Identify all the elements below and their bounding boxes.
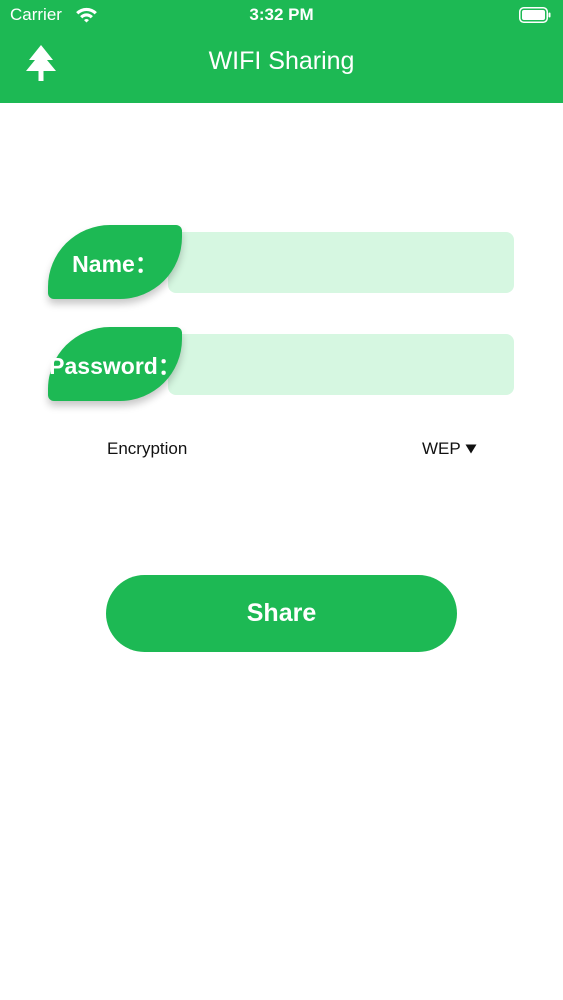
battery-icon [519, 7, 551, 23]
share-button[interactable]: Share [106, 575, 457, 652]
dropdown-arrow-icon [465, 444, 477, 454]
password-label: Password： [48, 327, 182, 401]
encryption-label: Encryption [107, 439, 188, 458]
name-field-row: Name： [48, 225, 514, 299]
password-field-row: Password： [48, 327, 514, 401]
name-label: Name： [48, 225, 182, 299]
encryption-dropdown[interactable]: WEP [422, 437, 477, 461]
name-input[interactable] [168, 232, 514, 293]
status-bar: Carrier 3:32 PM [0, 0, 563, 30]
page-title: WIFI Sharing [208, 47, 355, 75]
navigation-header: Carrier 3:32 PM WIFI Sharing [0, 0, 563, 103]
encryption-value: WEP [422, 439, 461, 458]
status-time: 3:32 PM [249, 5, 314, 24]
password-input[interactable] [168, 334, 514, 395]
